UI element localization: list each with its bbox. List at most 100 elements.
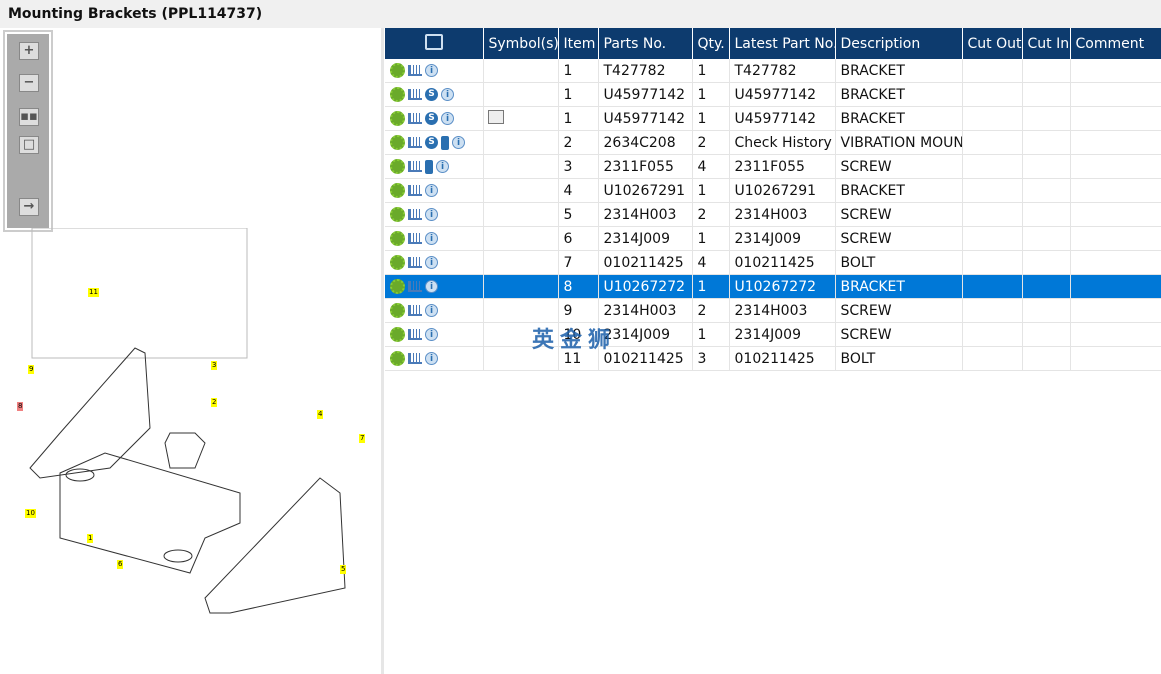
- gear-icon[interactable]: [390, 327, 405, 342]
- cart-icon[interactable]: [408, 305, 422, 316]
- callout-5[interactable]: 5: [340, 565, 347, 574]
- supersession-icon[interactable]: S: [425, 88, 438, 101]
- table-row[interactable]: i 11 010211425 3 010211425 BOLT: [385, 346, 1161, 371]
- callout-1[interactable]: 1: [87, 534, 94, 543]
- callout-11[interactable]: 11: [88, 288, 99, 297]
- cart-icon[interactable]: [408, 113, 422, 124]
- gear-icon[interactable]: [390, 351, 405, 366]
- fit-all-icon[interactable]: ▪▪: [19, 108, 39, 126]
- qty-cell: 2: [692, 130, 730, 155]
- manual-icon[interactable]: [441, 135, 449, 150]
- info-icon[interactable]: i: [425, 328, 438, 341]
- zoom-out-icon[interactable]: −: [19, 74, 39, 92]
- column-header-parts-no[interactable]: Parts No.: [598, 28, 693, 59]
- gear-icon[interactable]: [390, 255, 405, 270]
- gear-icon[interactable]: [390, 159, 405, 174]
- gear-icon[interactable]: [390, 279, 405, 294]
- info-icon[interactable]: i: [425, 64, 438, 77]
- info-icon[interactable]: i: [441, 88, 454, 101]
- callout-7[interactable]: 7: [359, 434, 366, 443]
- row-actions: i: [385, 154, 484, 179]
- column-header-tools[interactable]: [385, 28, 484, 59]
- gear-icon[interactable]: [390, 231, 405, 246]
- qty-cell: 4: [692, 154, 730, 179]
- table-row[interactable]: i 4 U10267291 1 U10267291 BRACKET: [385, 178, 1161, 203]
- item-cell: 3: [558, 154, 599, 179]
- gear-icon[interactable]: [390, 183, 405, 198]
- cart-icon[interactable]: [408, 137, 422, 148]
- table-row[interactable]: Si 2 2634C208 2 Check History VIBRATION MOUNT: [385, 130, 1161, 155]
- diagram-toolbar: + − ▪▪ □ →: [3, 30, 53, 232]
- info-icon[interactable]: i: [425, 352, 438, 365]
- cart-icon[interactable]: [408, 257, 422, 268]
- column-header-cut-out[interactable]: Cut Out: [962, 28, 1023, 59]
- fit-window-icon[interactable]: □: [19, 136, 39, 154]
- gear-icon[interactable]: [390, 87, 405, 102]
- desc-cell: SCREW: [835, 154, 963, 179]
- callout-6[interactable]: 6: [117, 560, 124, 569]
- column-header-comment[interactable]: Comment: [1070, 28, 1161, 59]
- callout-4[interactable]: 4: [317, 410, 324, 419]
- cart-icon[interactable]: [408, 281, 422, 292]
- table-row[interactable]: i 10 2314J009 1 2314J009 SCREW: [385, 322, 1161, 347]
- info-icon[interactable]: i: [425, 280, 438, 293]
- gear-icon[interactable]: [390, 111, 405, 126]
- table-row[interactable]: Si 1 U45977142 1 U45977142 BRACKET: [385, 82, 1161, 107]
- empty-cell: [1022, 274, 1071, 299]
- cart-icon[interactable]: [408, 65, 422, 76]
- supersession-icon[interactable]: S: [425, 136, 438, 149]
- gear-icon[interactable]: [390, 207, 405, 222]
- cart-icon[interactable]: [408, 161, 422, 172]
- column-header-qty[interactable]: Qty.: [692, 28, 730, 59]
- table-row[interactable]: i 1 T427782 1 T427782 BRACKET: [385, 59, 1161, 83]
- zoom-in-icon[interactable]: +: [19, 42, 39, 60]
- table-row[interactable]: Si 1 U45977142 1 U45977142 BRACKET: [385, 106, 1161, 131]
- cart-icon[interactable]: [408, 329, 422, 340]
- gear-icon[interactable]: [390, 303, 405, 318]
- info-icon[interactable]: i: [452, 136, 465, 149]
- callout-3[interactable]: 3: [211, 361, 218, 370]
- callout-10[interactable]: 10: [25, 509, 36, 518]
- supersession-icon[interactable]: S: [425, 112, 438, 125]
- info-icon[interactable]: i: [425, 184, 438, 197]
- gear-icon[interactable]: [390, 135, 405, 150]
- column-header-symbols[interactable]: Symbol(s): [483, 28, 559, 59]
- empty-cell: [1022, 202, 1071, 227]
- magnifier-book-icon[interactable]: [487, 109, 504, 124]
- cart-icon[interactable]: [408, 353, 422, 364]
- desc-cell: SCREW: [835, 226, 963, 251]
- column-header-cut-in[interactable]: Cut In: [1022, 28, 1071, 59]
- cart-icon[interactable]: [408, 185, 422, 196]
- callout-8[interactable]: 8: [17, 402, 24, 411]
- latest-cell: U10267272: [729, 274, 836, 299]
- table-row[interactable]: i 6 2314J009 1 2314J009 SCREW: [385, 226, 1161, 251]
- row-actions: Si: [385, 82, 484, 107]
- callout-2[interactable]: 2: [211, 398, 218, 407]
- cart-icon[interactable]: [408, 89, 422, 100]
- table-row[interactable]: i 5 2314H003 2 2314H003 SCREW: [385, 202, 1161, 227]
- table-row[interactable]: i 3 2311F055 4 2311F055 SCREW: [385, 154, 1161, 179]
- table-row[interactable]: i 8 U10267272 1 U10267272 BRACKET: [385, 274, 1161, 299]
- empty-cell: [1022, 130, 1071, 155]
- search-parts-icon[interactable]: [424, 33, 443, 50]
- column-header-description[interactable]: Description: [835, 28, 963, 59]
- table-row[interactable]: i 9 2314H003 2 2314H003 SCREW: [385, 298, 1161, 323]
- column-header-item[interactable]: Item: [558, 28, 599, 59]
- cart-icon[interactable]: [408, 233, 422, 244]
- info-icon[interactable]: i: [425, 208, 438, 221]
- item-cell: 1: [558, 82, 599, 107]
- info-icon[interactable]: i: [425, 256, 438, 269]
- gear-icon[interactable]: [390, 63, 405, 78]
- toggle-panel-icon[interactable]: →: [19, 198, 39, 216]
- info-icon[interactable]: i: [425, 232, 438, 245]
- manual-icon[interactable]: [425, 159, 433, 174]
- info-icon[interactable]: i: [425, 304, 438, 317]
- column-header-latest-part-no[interactable]: Latest Part No.: [729, 28, 836, 59]
- callout-9[interactable]: 9: [28, 365, 35, 374]
- empty-cell: [1070, 178, 1161, 203]
- diagram-panel[interactable]: + − ▪▪ □ → 11 9 8 3 2 4 7 10 1 6 5: [0, 28, 384, 674]
- info-icon[interactable]: i: [441, 112, 454, 125]
- info-icon[interactable]: i: [436, 160, 449, 173]
- cart-icon[interactable]: [408, 209, 422, 220]
- table-row[interactable]: i 7 010211425 4 010211425 BOLT: [385, 250, 1161, 275]
